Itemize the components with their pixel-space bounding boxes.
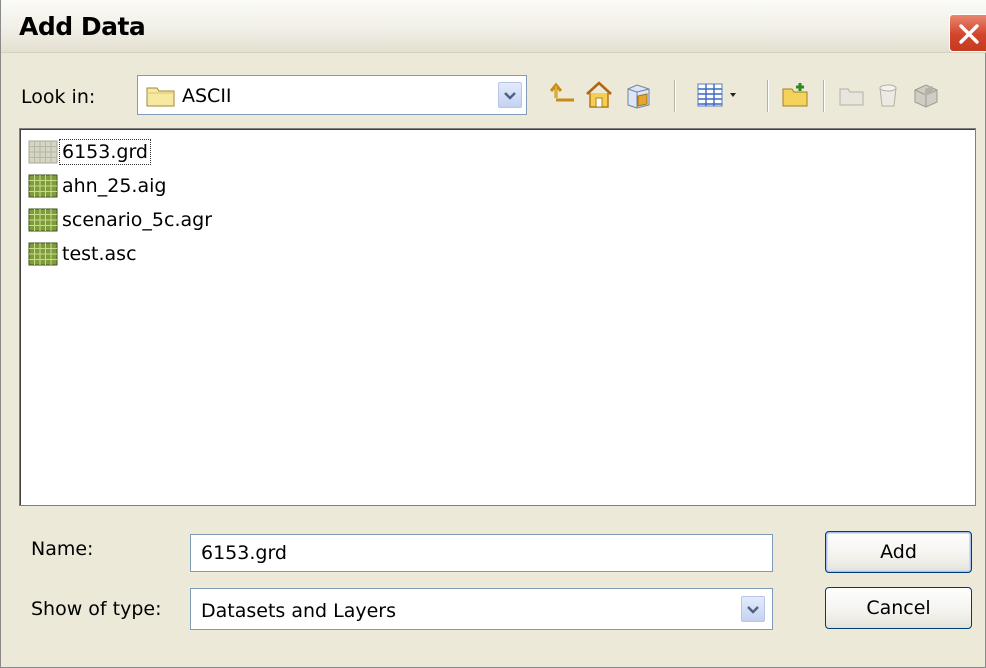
home-icon[interactable] [584,80,614,110]
show-of-type-dropdown[interactable]: Datasets and Layers [190,588,773,630]
add-data-dialog: Add Data Look in: ASCII 6153.grd ahn_25.… [0,0,986,668]
new-folder-icon[interactable] [781,80,811,110]
file-name: scenario_5c.agr [62,209,213,231]
view-menu-icon[interactable] [696,80,740,110]
up-one-level-icon[interactable] [548,80,578,110]
catalog-icon[interactable] [623,80,653,110]
file-item-scenario-5c-agr[interactable]: scenario_5c.agr [28,205,214,235]
look-in-dropdown[interactable]: ASCII [137,75,527,115]
file-item-ahn-25-aig[interactable]: ahn_25.aig [28,171,168,201]
disconnect-folder-icon [839,88,864,106]
show-of-type-label: Show of type: [31,598,162,620]
title-bar[interactable]: Add Data [1,0,986,53]
look-in-dropdown-arrow[interactable] [498,82,522,108]
chevron-down-icon [504,92,516,100]
look-in-value: ASCII [182,85,232,107]
dialog-title: Add Data [19,12,146,41]
properties-icon [914,84,938,108]
folder-icon [146,87,175,107]
raster-grid-icon [28,208,58,232]
file-item-6153-grd[interactable]: 6153.grd [28,137,151,167]
file-name: test.asc [62,243,137,265]
chevron-down-icon [747,606,759,614]
cancel-button[interactable]: Cancel [825,587,972,629]
toolbar-separator [674,80,676,112]
look-in-label: Look in: [21,86,96,108]
name-input[interactable]: 6153.grd [190,534,773,572]
raster-grid-icon [28,242,58,266]
name-label: Name: [31,538,94,560]
show-of-type-value: Datasets and Layers [201,600,397,622]
toolbar-separator [767,80,769,112]
file-name: 6153.grd [59,139,151,165]
raster-grid-icon [28,174,58,198]
file-item-test-asc[interactable]: test.asc [28,239,139,269]
add-button[interactable]: Add [825,531,972,573]
close-button[interactable] [949,14,986,52]
close-icon [959,24,979,44]
show-of-type-dropdown-arrow[interactable] [741,596,765,622]
delete-icon [879,84,897,107]
file-name: ahn_25.aig [62,175,167,197]
raster-grid-icon [28,140,58,164]
file-list[interactable]: 6153.grd ahn_25.aig scenario_5c.agr test… [19,128,976,506]
toolbar-separator [823,80,825,112]
